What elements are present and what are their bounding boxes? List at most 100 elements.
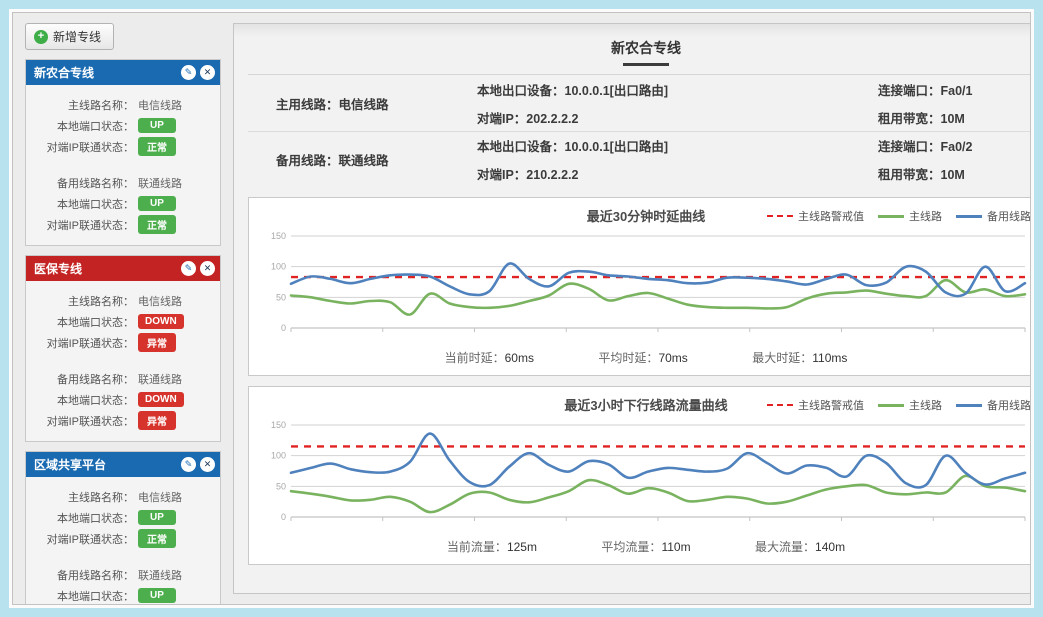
threshold-line-icon <box>767 215 793 217</box>
legend-label: 主线路 <box>909 397 942 413</box>
field-label: 对端IP联通状态： <box>30 217 134 233</box>
device-value: 本地出口设备：10.0.0.1[出口路由] <box>477 80 808 99</box>
legend-label: 备用线路 <box>987 208 1031 224</box>
stat-value: 70ms <box>658 351 687 365</box>
info-row-primary: 主用线路：电信线路 本地出口设备：10.0.0.1[出口路由] 对端IP：202… <box>248 75 1031 131</box>
port-value: 连接端口：Fa0/1 <box>878 80 1031 99</box>
stat-value: 60ms <box>505 351 534 365</box>
chart-svg: 0 50 100 150 <box>257 228 1031 346</box>
traffic-stats: 当前流量：125m 平均流量：110m 最大流量：140m <box>257 535 1031 560</box>
stat-label: 当前时延： <box>445 351 505 365</box>
traffic-chart: 0 50 100 150 <box>257 417 1031 535</box>
svg-text:150: 150 <box>271 420 286 430</box>
status-badge: UP <box>138 588 176 603</box>
field-row: 对端IP联通状态： 异常 <box>30 332 214 353</box>
chart-legend: 主线路警戒值 主线路 备用线路 <box>767 397 1031 413</box>
field-value: 联通线路 <box>138 175 182 191</box>
field-row: 本地端口状态： DOWN <box>30 389 214 410</box>
status-badge: 正常 <box>138 529 176 548</box>
plus-icon: + <box>34 30 48 44</box>
field-label: 本地端口状态： <box>30 510 134 526</box>
field-value: 联通线路 <box>138 567 182 583</box>
stat-label: 平均时延： <box>598 351 658 365</box>
field-value: 电信线路 <box>138 97 182 113</box>
field-label: 主线路名称： <box>30 97 134 113</box>
svg-text:150: 150 <box>271 231 286 241</box>
peer-ip-value: 对端IP：210.2.2.2 <box>477 164 808 183</box>
field-label: 本地端口状态： <box>30 588 134 604</box>
field-value: 联通线路 <box>138 371 182 387</box>
legend-item-main-line: 主线路 <box>878 397 942 413</box>
peer-ip-value: 对端IP：202.2.2.2 <box>477 108 808 127</box>
backup-line-icon <box>956 404 982 407</box>
field-label: 对端IP联通状态： <box>30 413 134 429</box>
stat-label: 当前流量： <box>447 540 507 554</box>
latency-chart-panel: 最近30分钟时延曲线 主线路警戒值 主线路 备用线路 0 <box>248 197 1031 376</box>
chart-svg: 0 50 100 150 <box>257 417 1031 535</box>
status-badge: 异常 <box>138 333 176 352</box>
status-badge: DOWN <box>138 314 184 329</box>
info-row-backup: 备用线路：联通线路 本地出口设备：10.0.0.1[出口路由] 对端IP：210… <box>248 131 1031 187</box>
edit-icon[interactable]: ✎ <box>181 457 196 472</box>
field-row: 对端IP联通状态： 正常 <box>30 136 214 157</box>
panel-body: 主线路名称： 电信线路 本地端口状态： DOWN 对端IP联通状态： 异常 备用… <box>26 281 220 441</box>
panel-title: 医保专线 <box>34 260 177 277</box>
status-badge: 正常 <box>138 215 176 234</box>
svg-text:50: 50 <box>276 292 286 302</box>
field-label: 本地端口状态： <box>30 196 134 212</box>
close-icon[interactable]: ✕ <box>200 261 215 276</box>
close-icon[interactable]: ✕ <box>200 65 215 80</box>
legend-label: 主线路警戒值 <box>798 208 864 224</box>
status-badge: UP <box>138 118 176 133</box>
field-row: 对端IP联通状态： 正常 <box>30 214 214 235</box>
edit-icon[interactable]: ✎ <box>181 65 196 80</box>
panel-title: 区域共享平台 <box>34 456 177 473</box>
field-row: 对端IP联通状态： 正常 <box>30 528 214 549</box>
field-label: 主线路名称： <box>30 293 134 309</box>
legend-label: 主线路 <box>909 208 942 224</box>
chart-legend: 主线路警戒值 主线路 备用线路 <box>767 208 1031 224</box>
main-line-icon <box>878 215 904 218</box>
sidebar: + 新增专线 新农合专线 ✎ ✕ 主线路名称： 电信线路 本地端口状态： UP <box>25 23 221 594</box>
status-badge: 异常 <box>138 411 176 430</box>
field-label: 备用线路名称： <box>30 567 134 583</box>
stat-value: 125m <box>507 540 537 554</box>
status-badge: UP <box>138 196 176 211</box>
panel-body: 主线路名称： 电信线路 本地端口状态： UP 对端IP联通状态： 正常 备用线路… <box>26 85 220 245</box>
legend-item-threshold: 主线路警戒值 <box>767 397 864 413</box>
field-label: 主线路名称： <box>30 489 134 505</box>
close-icon[interactable]: ✕ <box>200 457 215 472</box>
add-line-button-label: 新增专线 <box>53 28 101 45</box>
svg-text:50: 50 <box>276 481 286 491</box>
field-row: 本地端口状态： UP <box>30 507 214 528</box>
svg-text:0: 0 <box>281 512 286 522</box>
field-row: 主线路名称： 电信线路 <box>30 94 214 115</box>
field-row: 备用线路名称： 联通线路 <box>30 172 214 193</box>
add-line-button[interactable]: + 新增专线 <box>25 23 114 50</box>
field-label: 本地端口状态： <box>30 118 134 134</box>
line-panel-yibao: 医保专线 ✎ ✕ 主线路名称： 电信线路 本地端口状态： DOWN 对端IP联通… <box>25 255 221 442</box>
field-row: 本地端口状态： DOWN <box>30 311 214 332</box>
field-label: 本地端口状态： <box>30 314 134 330</box>
panel-header: 区域共享平台 ✎ ✕ <box>26 452 220 477</box>
field-row: 主线路名称： 电信线路 <box>30 486 214 507</box>
stat-value: 110m <box>661 540 690 554</box>
device-value: 本地出口设备：10.0.0.1[出口路由] <box>477 136 808 155</box>
field-value: 电信线路 <box>138 489 182 505</box>
svg-text:100: 100 <box>271 451 286 461</box>
legend-label: 主线路警戒值 <box>798 397 864 413</box>
panel-body: 主线路名称： 电信线路 本地端口状态： UP 对端IP联通状态： 正常 备用线路… <box>26 477 220 605</box>
legend-item-threshold: 主线路警戒值 <box>767 208 864 224</box>
field-label: 备用线路名称： <box>30 371 134 387</box>
svg-text:0: 0 <box>281 323 286 333</box>
panel-title: 新农合专线 <box>34 64 177 81</box>
svg-text:100: 100 <box>271 262 286 272</box>
page-title: 新农合专线 <box>248 38 1031 58</box>
panel-header: 新农合专线 ✎ ✕ <box>26 60 220 85</box>
traffic-chart-panel: 最近3小时下行线路流量曲线 主线路警戒值 主线路 备用线路 <box>248 386 1031 565</box>
edit-icon[interactable]: ✎ <box>181 261 196 276</box>
field-value: 电信线路 <box>138 293 182 309</box>
field-label: 备用线路名称： <box>30 175 134 191</box>
threshold-line-icon <box>767 404 793 406</box>
stat-label: 最大时延： <box>752 351 812 365</box>
